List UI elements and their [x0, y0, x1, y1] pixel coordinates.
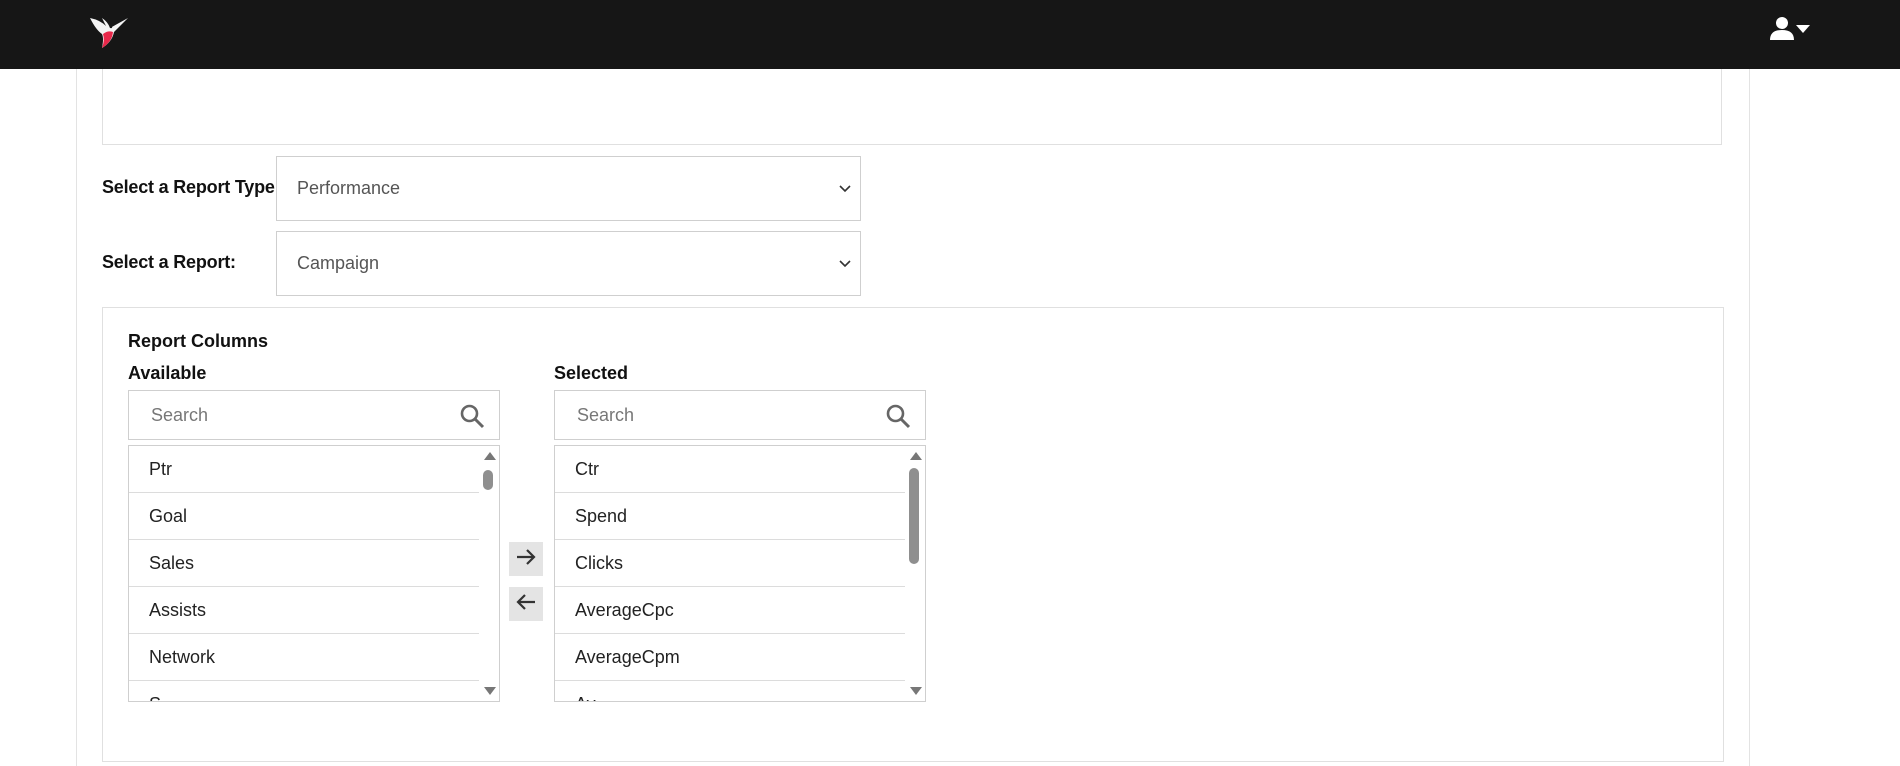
- report-type-label: Select a Report Type:: [102, 177, 281, 197]
- scroll-up-icon[interactable]: [484, 452, 496, 460]
- selected-search-input[interactable]: [555, 391, 875, 439]
- search-icon[interactable]: [459, 403, 485, 429]
- scroll-down-icon[interactable]: [910, 687, 922, 695]
- scroll-down-icon[interactable]: [484, 687, 496, 695]
- available-search-input[interactable]: [129, 391, 449, 439]
- hummingbird-logo-icon[interactable]: [88, 12, 132, 48]
- list-item[interactable]: Goal: [129, 493, 481, 540]
- scroll-thumb[interactable]: [909, 468, 919, 564]
- selected-list[interactable]: Ctr Spend Clicks AverageCpc AverageCpm A…: [554, 445, 926, 702]
- remove-column-button[interactable]: [509, 587, 543, 621]
- selected-scrollbar[interactable]: [905, 446, 925, 701]
- user-menu[interactable]: [1770, 16, 1820, 44]
- scroll-thumb[interactable]: [483, 470, 493, 490]
- available-list[interactable]: Ptr Goal Sales Assists Network S: [128, 445, 500, 702]
- top-navbar: [0, 0, 1900, 69]
- chevron-down-icon: [838, 179, 852, 199]
- list-item[interactable]: Av: [555, 681, 907, 702]
- add-column-button[interactable]: [509, 542, 543, 576]
- selected-search-box: [554, 390, 926, 440]
- list-item[interactable]: S: [129, 681, 481, 702]
- list-item[interactable]: Spend: [555, 493, 907, 540]
- report-value: Campaign: [297, 253, 380, 273]
- selected-heading: Selected: [554, 363, 629, 383]
- available-search-box: [128, 390, 500, 440]
- list-item[interactable]: Assists: [129, 587, 481, 634]
- arrow-right-icon: [515, 547, 537, 572]
- arrow-left-icon: [515, 592, 537, 617]
- available-heading: Available: [128, 363, 207, 383]
- list-item[interactable]: Clicks: [555, 540, 907, 587]
- chevron-down-icon: [838, 254, 852, 274]
- list-item[interactable]: Ptr: [129, 446, 481, 493]
- report-type-value: Performance: [297, 178, 401, 198]
- report-type-select[interactable]: Performance: [276, 156, 861, 221]
- report-columns-title: Report Columns: [128, 331, 269, 351]
- list-item[interactable]: AverageCpc: [555, 587, 907, 634]
- list-item[interactable]: Network: [129, 634, 481, 681]
- user-icon: [1770, 16, 1794, 45]
- caret-down-icon: [1796, 21, 1810, 39]
- available-scrollbar[interactable]: [479, 446, 499, 701]
- list-item[interactable]: AverageCpm: [555, 634, 907, 681]
- report-select[interactable]: Campaign: [276, 231, 861, 296]
- list-item[interactable]: Ctr: [555, 446, 907, 493]
- list-item[interactable]: Sales: [129, 540, 481, 587]
- search-icon[interactable]: [885, 403, 911, 429]
- report-label: Select a Report:: [102, 252, 236, 272]
- scroll-up-icon[interactable]: [910, 452, 922, 460]
